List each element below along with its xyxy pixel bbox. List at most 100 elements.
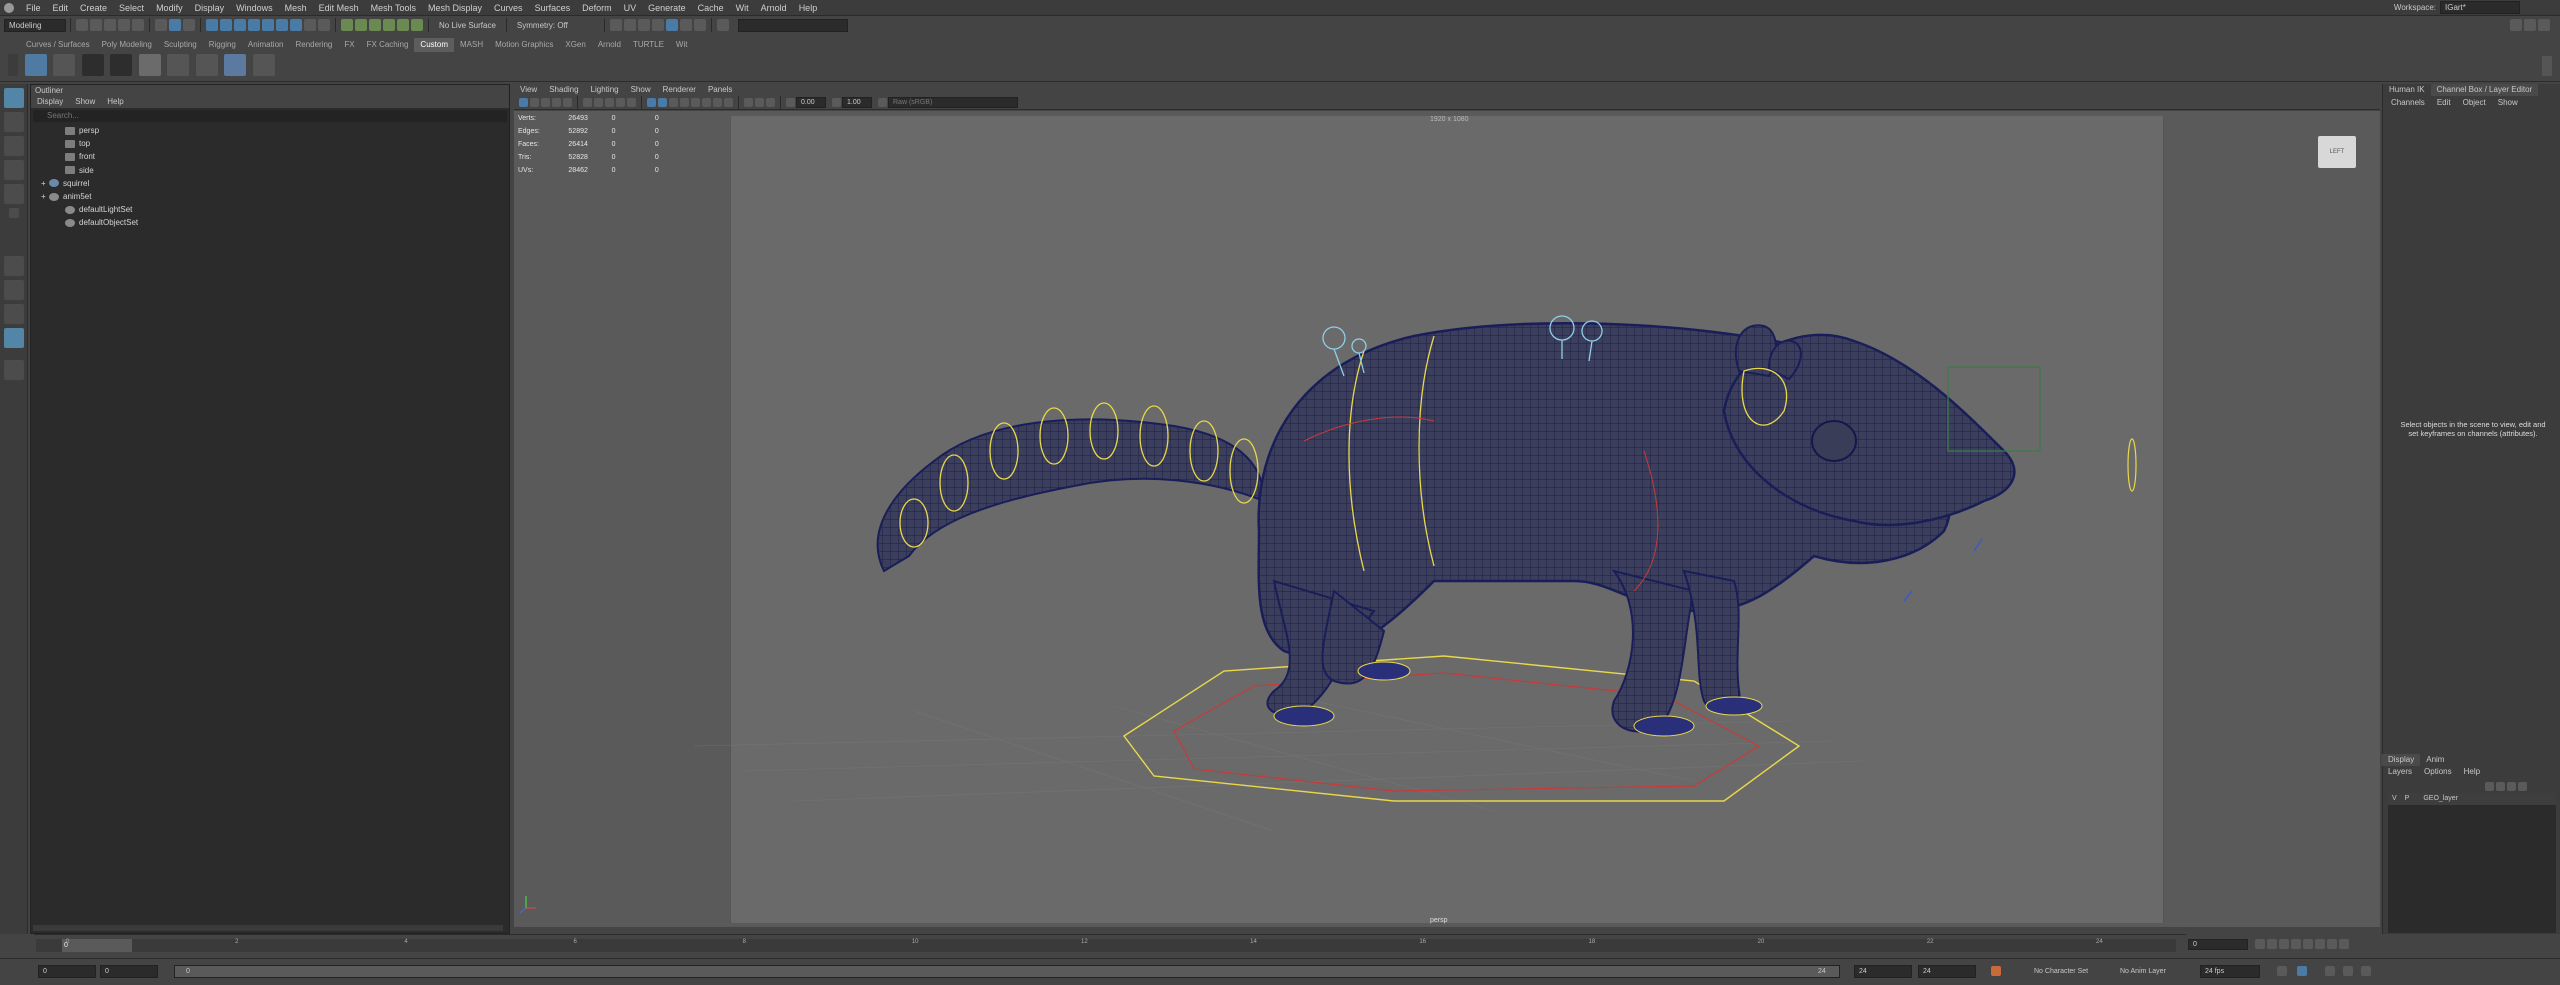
shelf-tab-rendering[interactable]: Rendering (289, 38, 338, 52)
shelf-tool-8-icon[interactable] (224, 54, 247, 76)
step-back-frame-icon[interactable] (2279, 939, 2289, 949)
menu-cache[interactable]: Cache (692, 0, 730, 16)
panel-layout-icon[interactable] (2524, 19, 2536, 31)
shelf-tab-motion-graphics[interactable]: Motion Graphics (489, 38, 559, 52)
live-surface-label[interactable]: No Live Surface (433, 21, 502, 30)
make-live-icon[interactable] (411, 19, 423, 31)
outliner-menu-show[interactable]: Show (69, 96, 101, 108)
mask-joints-icon[interactable] (220, 19, 232, 31)
menu-deform[interactable]: Deform (576, 0, 618, 16)
playback-end-field[interactable]: 24 (1854, 965, 1912, 978)
shelf-tab-xgen[interactable]: XGen (559, 38, 591, 52)
menu-modify[interactable]: Modify (150, 0, 189, 16)
eye-aim-control[interactable] (2127, 438, 2137, 492)
default-material-icon[interactable] (669, 98, 678, 107)
aa-icon[interactable] (724, 98, 733, 107)
anim-start-field[interactable]: 0 (38, 965, 96, 978)
outliner-item[interactable]: defaultObjectSet (31, 216, 509, 229)
menu-windows[interactable]: Windows (230, 0, 279, 16)
select-component-icon[interactable] (183, 19, 195, 31)
move-tool-icon[interactable] (3, 160, 24, 180)
zoom-icon[interactable] (3, 360, 24, 380)
new-scene-icon[interactable] (76, 19, 88, 31)
ao-icon[interactable] (713, 98, 722, 107)
menu-arnold[interactable]: Arnold (755, 0, 793, 16)
isolate-icon[interactable] (744, 98, 753, 107)
hypershade-icon[interactable] (665, 19, 678, 31)
tab-human-ik[interactable]: Human IK (2383, 84, 2431, 96)
outliner-item[interactable]: side (31, 164, 509, 177)
layer-menu-help[interactable]: Help (2458, 766, 2486, 778)
bookmark-icon[interactable] (541, 98, 550, 107)
viewcube-icon[interactable]: LEFT (2318, 136, 2356, 168)
go-to-start-icon[interactable] (2255, 939, 2265, 949)
step-forward-frame-icon[interactable] (2315, 939, 2325, 949)
four-view-layout-icon[interactable] (3, 280, 24, 300)
shelf-tool-4-icon[interactable] (110, 54, 133, 76)
squirrel-front-leg-back[interactable] (1682, 569, 1741, 713)
tab-display[interactable]: Display (2382, 754, 2421, 766)
playback-start-field[interactable]: 0 (100, 965, 158, 978)
menu-file[interactable]: File (20, 0, 47, 16)
new-empty-layer-icon[interactable] (2507, 781, 2516, 791)
menu-create[interactable]: Create (74, 0, 113, 16)
move-layer-down-icon[interactable] (2496, 781, 2505, 791)
smooth-shade-icon[interactable] (658, 98, 667, 107)
arnold-render-icon[interactable] (679, 19, 692, 31)
shelf-tab-arnold[interactable]: Arnold (592, 38, 627, 52)
vp-menu-show[interactable]: Show (625, 84, 657, 96)
shelf-tab-sculpting[interactable]: Sculpting (158, 38, 203, 52)
menu-curves[interactable]: Curves (488, 0, 529, 16)
ipr-render-icon[interactable] (637, 19, 650, 31)
menu-wit[interactable]: Wit (730, 0, 755, 16)
workspace-dropdown[interactable]: IGart* (2440, 1, 2520, 14)
step-back-key-icon[interactable] (2267, 939, 2277, 949)
tab-anim[interactable]: Anim (2420, 754, 2450, 766)
menu-mesh-display[interactable]: Mesh Display (422, 0, 488, 16)
snap-projected-icon[interactable] (383, 19, 395, 31)
cb-menu-show[interactable]: Show (2492, 96, 2524, 110)
move-layer-up-icon[interactable] (2485, 781, 2494, 791)
snap-curve-icon[interactable] (355, 19, 367, 31)
safe-action-icon[interactable] (627, 98, 636, 107)
mode-dropdown[interactable]: Modeling (4, 18, 66, 32)
script-editor-icon[interactable] (2361, 966, 2371, 976)
mask-icon[interactable] (206, 19, 218, 31)
cb-menu-edit[interactable]: Edit (2431, 96, 2457, 110)
menu-generate[interactable]: Generate (642, 0, 692, 16)
range-slider[interactable] (174, 965, 1840, 978)
select-object-icon[interactable] (169, 19, 181, 31)
layer-row[interactable]: V P GEO_layer (2388, 793, 2556, 805)
mask-dynamics-icon[interactable] (276, 19, 288, 31)
layer-visibility-toggle[interactable]: V (2388, 793, 2401, 805)
new-layer-selected-icon[interactable] (2518, 781, 2527, 791)
curve-tool-icon[interactable] (24, 54, 47, 76)
outliner-item[interactable]: front (31, 150, 509, 163)
color-management-icon[interactable] (878, 98, 887, 107)
menu-edit[interactable]: Edit (47, 0, 75, 16)
menu-surfaces[interactable]: Surfaces (529, 0, 577, 16)
pause-icon[interactable] (693, 19, 706, 31)
shelf-tab-curves-surfaces[interactable]: Curves / Surfaces (20, 38, 96, 52)
image-plane-icon[interactable] (552, 98, 561, 107)
grid-toggle-icon[interactable] (563, 98, 572, 107)
snap-grid-icon[interactable] (341, 19, 353, 31)
step-forward-key-icon[interactable] (2327, 939, 2337, 949)
play-forward-icon[interactable] (2303, 939, 2313, 949)
shelf-tab-rigging[interactable]: Rigging (203, 38, 242, 52)
outliner-menu-display[interactable]: Display (31, 96, 69, 108)
scene-render[interactable] (514, 111, 2380, 927)
shelf-tab-fx[interactable]: FX (338, 38, 360, 52)
shelf-tool-5-icon[interactable] (138, 54, 161, 76)
mask-surfaces-icon[interactable] (248, 19, 260, 31)
lock-icon[interactable] (304, 19, 316, 31)
shelf-tab-wit[interactable]: Wit (670, 38, 694, 52)
film-gate-icon[interactable] (583, 98, 592, 107)
menu-select[interactable]: Select (113, 0, 150, 16)
shelf-tool-2-icon[interactable] (53, 54, 76, 76)
fps-dropdown[interactable]: 24 fps (2200, 965, 2260, 978)
outliner-item[interactable]: defaultLightSet (31, 203, 509, 216)
outliner-scrollbar[interactable] (33, 925, 503, 931)
lasso-tool-icon[interactable] (3, 112, 24, 132)
login-icon[interactable] (2510, 19, 2522, 31)
